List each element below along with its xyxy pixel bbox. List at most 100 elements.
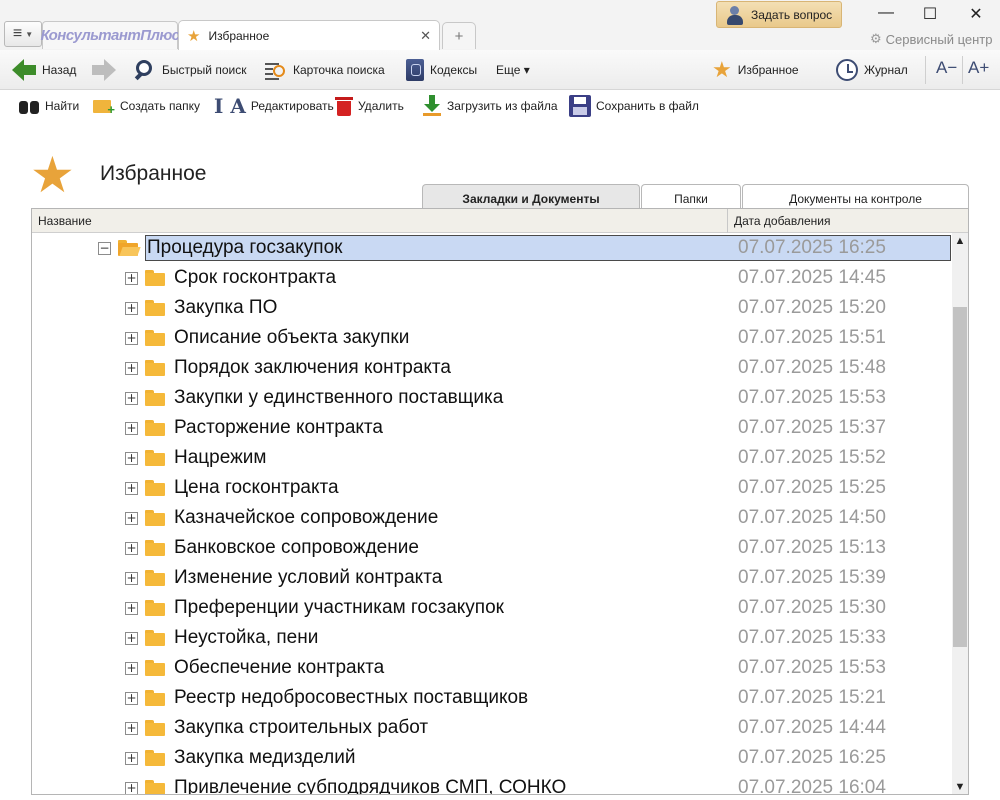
expand-toggle[interactable]: + bbox=[125, 542, 138, 555]
table-row[interactable]: + Казначейское сопровождение 07.07.2025 14… bbox=[32, 503, 952, 533]
column-divider[interactable] bbox=[727, 209, 728, 233]
table-row[interactable]: + Закупка медизделий 07.07.2025 16:25 bbox=[32, 743, 952, 773]
expand-toggle[interactable]: + bbox=[125, 452, 138, 465]
load-from-file-button[interactable]: Загрузить из файла bbox=[422, 94, 558, 118]
table-row[interactable]: + Неустойка, пени 07.07.2025 15:33 bbox=[32, 623, 952, 653]
expand-toggle[interactable]: + bbox=[125, 722, 138, 735]
table-row[interactable]: + Закупка строительных работ 07.07.2025 14… bbox=[32, 713, 952, 743]
folder-icon bbox=[145, 630, 165, 646]
find-button[interactable]: Найти bbox=[18, 94, 79, 118]
expand-toggle[interactable]: + bbox=[125, 512, 138, 525]
expand-toggle[interactable]: + bbox=[125, 272, 138, 285]
collapse-toggle[interactable]: − bbox=[98, 242, 111, 255]
gear-icon: ⚙ bbox=[870, 31, 882, 46]
tab-folders[interactable]: Папки bbox=[641, 184, 741, 210]
expand-toggle[interactable]: + bbox=[125, 392, 138, 405]
row-name: Казначейское сопровождение bbox=[174, 507, 439, 528]
ask-question-button[interactable]: Задать вопрос bbox=[716, 1, 842, 28]
expand-toggle[interactable]: + bbox=[125, 752, 138, 765]
floppy-icon bbox=[569, 95, 591, 117]
row-date: 07.07.2025 15:48 bbox=[738, 357, 886, 378]
expand-toggle[interactable]: + bbox=[125, 422, 138, 435]
main-menu-button[interactable]: ≡ ▼ bbox=[4, 21, 42, 47]
home-tab[interactable]: КонсультантПлюс bbox=[40, 21, 180, 49]
expand-toggle[interactable]: + bbox=[125, 782, 138, 794]
minimize-button[interactable]: — bbox=[876, 4, 896, 22]
row-name: Описание объекта закупки bbox=[174, 327, 410, 348]
expand-toggle[interactable]: + bbox=[125, 602, 138, 615]
close-tab-icon[interactable]: ✕ bbox=[420, 28, 431, 44]
folder-icon bbox=[145, 570, 165, 586]
column-date-header[interactable]: Дата добавления bbox=[734, 214, 830, 228]
row-date: 07.07.2025 15:25 bbox=[738, 477, 886, 498]
table-row[interactable]: + Закупки у единственного поставщика 07.07… bbox=[32, 383, 952, 413]
table-row[interactable]: + Банковское сопровождение 07.07.2025 15:1… bbox=[32, 533, 952, 563]
load-from-file-label: Загрузить из файла bbox=[447, 99, 558, 113]
table-row[interactable]: + Изменение условий контракта 07.07.2025 1… bbox=[32, 563, 952, 593]
table-row[interactable]: + Обеспечение контракта 07.07.2025 15:53 bbox=[32, 653, 952, 683]
row-date: 07.07.2025 15:39 bbox=[738, 567, 886, 588]
table-row-root[interactable]: − Процедура госзакупок 07.07.2025 16:25 bbox=[32, 233, 952, 263]
favorites-star-icon: ★ bbox=[30, 147, 75, 203]
row-date: 07.07.2025 15:21 bbox=[738, 687, 886, 708]
expand-toggle[interactable]: + bbox=[125, 332, 138, 345]
font-increase-button[interactable]: A+ bbox=[968, 58, 989, 78]
vertical-scrollbar[interactable]: ▲ ▼ bbox=[952, 233, 968, 794]
font-decrease-button[interactable]: A− bbox=[936, 58, 957, 78]
delete-label: Удалить bbox=[358, 99, 404, 113]
row-date: 07.07.2025 14:50 bbox=[738, 507, 886, 528]
folder-icon bbox=[145, 450, 165, 466]
table-row[interactable]: + Закупка ПО 07.07.2025 15:20 bbox=[32, 293, 952, 323]
scroll-thumb[interactable] bbox=[953, 307, 967, 647]
row-name: Банковское сопровождение bbox=[174, 537, 419, 558]
expand-toggle[interactable]: + bbox=[125, 302, 138, 315]
expand-toggle[interactable]: + bbox=[125, 572, 138, 585]
favorites-button[interactable]: ★ Избранное bbox=[712, 57, 799, 83]
new-tab-button[interactable]: + bbox=[442, 22, 476, 49]
row-date: 07.07.2025 15:51 bbox=[738, 327, 886, 348]
table-row[interactable]: + Расторжение контракта 07.07.2025 15:37 bbox=[32, 413, 952, 443]
more-menu-button[interactable]: Еще ▾ bbox=[496, 57, 530, 83]
codexes-button[interactable]: Кодексы bbox=[406, 57, 477, 83]
maximize-button[interactable]: ☐ bbox=[920, 4, 940, 24]
expand-toggle[interactable]: + bbox=[125, 632, 138, 645]
row-date: 07.07.2025 14:45 bbox=[738, 267, 886, 288]
table-row[interactable]: + Преференции участникам госзакупок 07.07.… bbox=[32, 593, 952, 623]
table-row[interactable]: + Реестр недобросовестных поставщиков 07.0… bbox=[32, 683, 952, 713]
create-folder-label: Создать папку bbox=[120, 99, 200, 113]
table-row[interactable]: + Срок госконтракта 07.07.2025 14:45 bbox=[32, 263, 952, 293]
codexes-label: Кодексы bbox=[430, 63, 478, 77]
expand-toggle[interactable]: + bbox=[125, 692, 138, 705]
forward-button[interactable] bbox=[92, 57, 116, 83]
scroll-down-button[interactable]: ▼ bbox=[952, 779, 968, 794]
table-row[interactable]: + Цена госконтракта 07.07.2025 15:25 bbox=[32, 473, 952, 503]
expand-toggle[interactable]: + bbox=[125, 482, 138, 495]
chevron-down-icon: ▼ bbox=[25, 29, 34, 39]
table-row[interactable]: + Нацрежим 07.07.2025 15:52 bbox=[32, 443, 952, 473]
service-center-label: Сервисный центр bbox=[885, 31, 993, 47]
service-center-link[interactable]: ⚙ Сервисный центр bbox=[870, 31, 992, 47]
row-name: Изменение условий контракта bbox=[174, 567, 443, 588]
search-card-button[interactable]: Карточка поиска bbox=[263, 57, 385, 83]
close-window-button[interactable]: ✕ bbox=[966, 4, 986, 24]
row-name: Преференции участникам госзакупок bbox=[174, 597, 504, 618]
edit-button[interactable]: I A Редактировать bbox=[214, 94, 334, 118]
tab-documents-on-control[interactable]: Документы на контроле bbox=[742, 184, 969, 210]
scroll-up-button[interactable]: ▲ bbox=[952, 233, 968, 249]
expand-toggle[interactable]: + bbox=[125, 362, 138, 375]
table-row[interactable]: + Привлечение субподрядчиков СМП, СОНКО 07… bbox=[32, 773, 952, 794]
journal-button[interactable]: Журнал bbox=[836, 57, 908, 83]
table-row[interactable]: + Описание объекта закупки 07.07.2025 15:5… bbox=[32, 323, 952, 353]
save-to-file-button[interactable]: Сохранить в файл bbox=[569, 94, 699, 118]
create-folder-button[interactable]: + Создать папку bbox=[93, 94, 200, 118]
table-body: − Процедура госзакупок 07.07.2025 16:25 … bbox=[32, 233, 952, 794]
column-name-header[interactable]: Название bbox=[38, 214, 92, 228]
back-button[interactable]: Назад bbox=[12, 57, 76, 83]
delete-button[interactable]: Удалить bbox=[335, 94, 404, 118]
tab-favorites[interactable]: ★ Избранное ✕ bbox=[178, 20, 440, 50]
quick-search-button[interactable]: Быстрый поиск bbox=[134, 57, 246, 83]
tab-bookmarks-documents[interactable]: Закладки и Документы bbox=[422, 184, 640, 210]
expand-toggle[interactable]: + bbox=[125, 662, 138, 675]
table-row[interactable]: + Порядок заключения контракта 07.07.2025 … bbox=[32, 353, 952, 383]
menu-icon: ≡ bbox=[12, 25, 23, 42]
